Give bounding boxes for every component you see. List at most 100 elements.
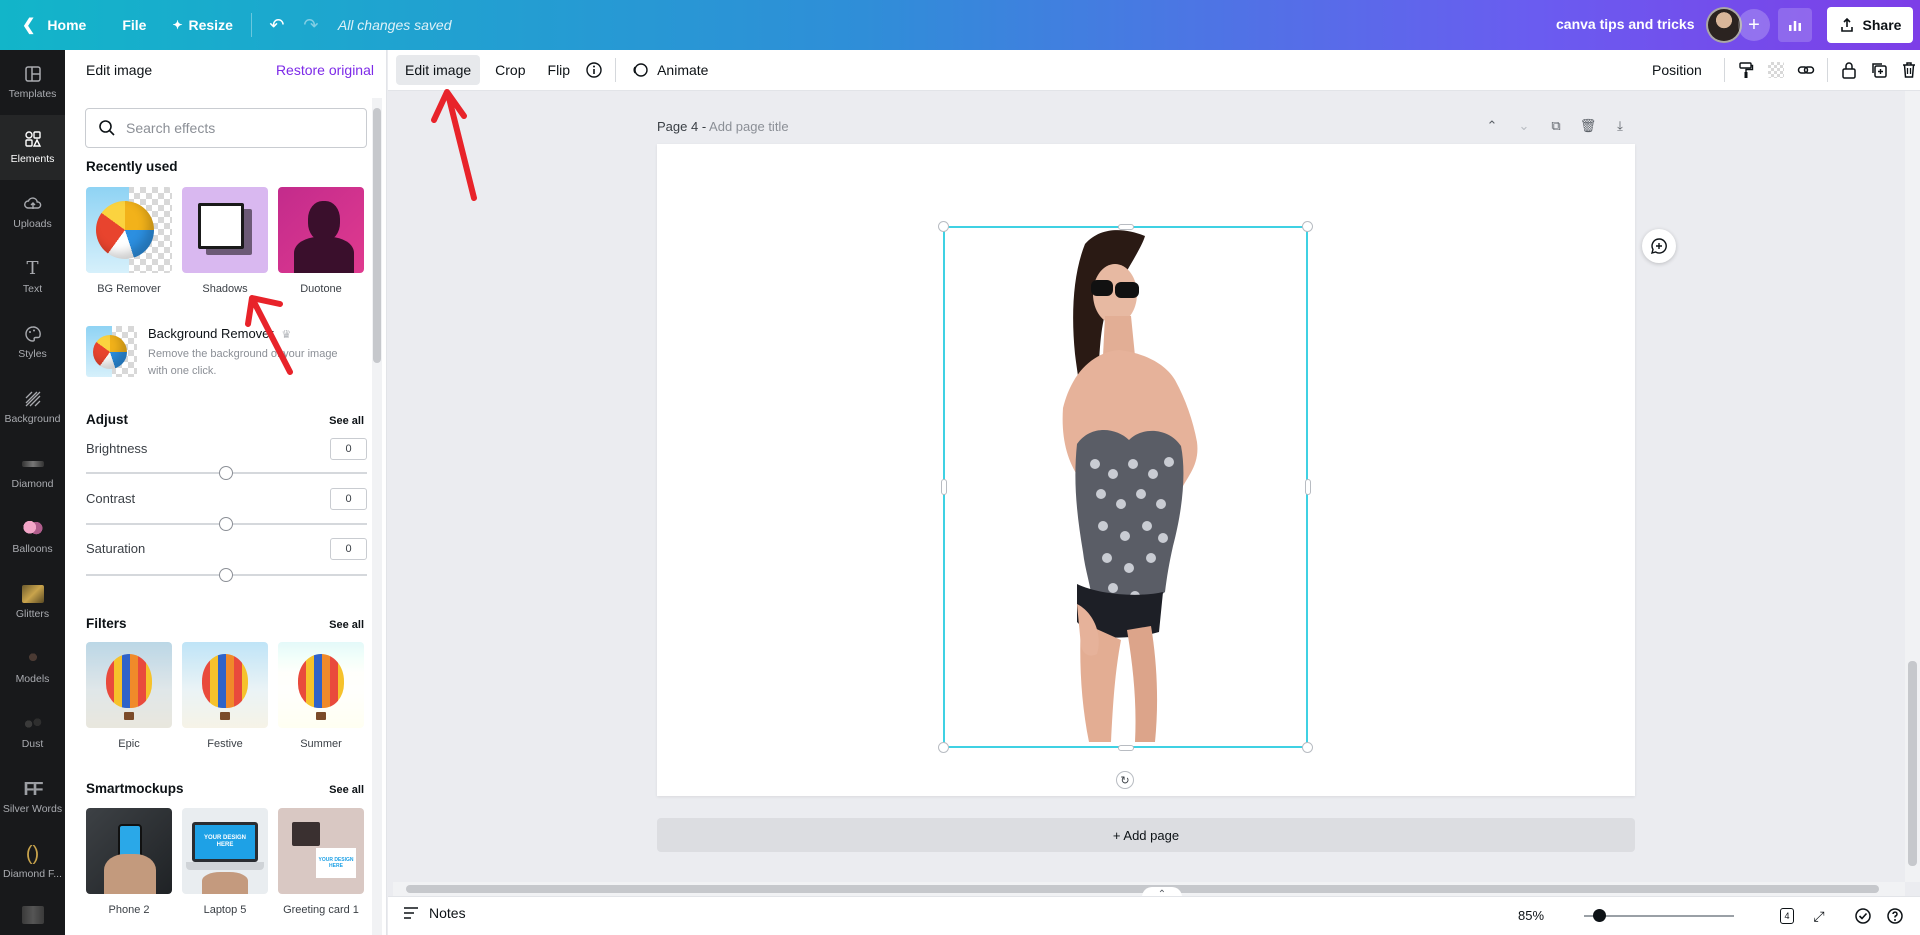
rail-background[interactable]: Background bbox=[0, 375, 65, 440]
hot-air-balloon-image bbox=[106, 654, 152, 708]
insights-button[interactable] bbox=[1778, 8, 1812, 42]
rail-models[interactable]: Models bbox=[0, 635, 65, 700]
brightness-slider[interactable] bbox=[86, 466, 367, 480]
info-icon[interactable] bbox=[579, 55, 609, 85]
add-page-button[interactable]: + Add page bbox=[657, 818, 1635, 852]
background-remover-item[interactable]: Background Remover ♛ Remove the backgrou… bbox=[86, 326, 376, 390]
move-page-down-icon[interactable]: ⌄ bbox=[1512, 114, 1536, 138]
brightness-value[interactable]: 0 bbox=[330, 438, 367, 460]
panel-scrollbar-thumb[interactable] bbox=[373, 108, 381, 363]
help-icon[interactable] bbox=[1883, 904, 1907, 928]
page-count-button[interactable]: 4 bbox=[1775, 904, 1799, 928]
contrast-label: Contrast bbox=[86, 491, 136, 506]
slider-knob[interactable] bbox=[219, 466, 233, 480]
rail-balloons[interactable]: Balloons bbox=[0, 505, 65, 570]
zoom-slider[interactable] bbox=[1584, 915, 1734, 917]
design-title[interactable]: canva tips and tricks bbox=[1556, 16, 1695, 32]
rail-diamond[interactable]: Diamond bbox=[0, 440, 65, 505]
vertical-scrollbar-thumb[interactable] bbox=[1908, 661, 1917, 866]
selection-box[interactable] bbox=[943, 226, 1308, 748]
crop-button[interactable]: Crop bbox=[486, 55, 534, 85]
filter-festive[interactable]: Festive bbox=[182, 642, 268, 750]
mockup-laptop-5[interactable]: YOUR DESIGN HERE Laptop 5 bbox=[182, 808, 268, 916]
add-page-icon[interactable]: ⤓ bbox=[1608, 114, 1632, 138]
mockup-label: Phone 2 bbox=[108, 904, 150, 916]
rail-label: Silver Words bbox=[2, 803, 63, 815]
effect-duotone[interactable]: Duotone bbox=[278, 187, 364, 295]
filter-epic[interactable]: Epic bbox=[86, 642, 172, 750]
delete-page-icon[interactable]: 🗑 bbox=[1576, 114, 1600, 138]
add-collaborator-icon[interactable]: + bbox=[1738, 9, 1770, 41]
rail-templates[interactable]: Templates bbox=[0, 50, 65, 115]
animate-button[interactable]: Animate bbox=[622, 55, 717, 85]
avatar[interactable] bbox=[1706, 7, 1742, 43]
add-comment-button[interactable] bbox=[1642, 229, 1676, 263]
link-icon[interactable] bbox=[1791, 55, 1821, 85]
edit-image-button[interactable]: Edit image bbox=[396, 55, 481, 85]
rotate-handle-icon[interactable]: ↻ bbox=[1116, 771, 1134, 789]
fullscreen-icon[interactable]: ⤢ bbox=[1807, 904, 1831, 928]
resize-handle-bottom-left[interactable] bbox=[938, 742, 949, 753]
transparency-icon[interactable] bbox=[1761, 55, 1791, 85]
resize-handle-bottom[interactable] bbox=[1118, 745, 1134, 751]
saturation-slider[interactable] bbox=[86, 568, 367, 582]
move-page-up-icon[interactable]: ⌃ bbox=[1480, 114, 1504, 138]
rail-elements[interactable]: Elements bbox=[0, 115, 65, 180]
resize-handle-top-right[interactable] bbox=[1302, 221, 1313, 232]
slider-knob[interactable] bbox=[219, 568, 233, 582]
resize-handle-top-left[interactable] bbox=[938, 221, 949, 232]
laptop-screen-text: YOUR DESIGN HERE bbox=[192, 822, 258, 862]
page-title-placeholder[interactable]: Add page title bbox=[709, 119, 789, 134]
flip-button[interactable]: Flip bbox=[539, 55, 580, 85]
rail-styles[interactable]: Styles bbox=[0, 310, 65, 375]
adjust-see-all[interactable]: See all bbox=[329, 415, 364, 427]
rail-uploads[interactable]: Uploads bbox=[0, 180, 65, 245]
zoom-slider-knob[interactable] bbox=[1592, 909, 1606, 922]
canvas-vertical-scrollbar[interactable] bbox=[1905, 91, 1920, 882]
undo-icon[interactable]: ↶ bbox=[260, 8, 294, 42]
mockup-greeting-card-1[interactable]: YOUR DESIGN HERE Greeting card 1 bbox=[278, 808, 364, 916]
effect-label: BG Remover bbox=[97, 283, 161, 295]
resize-handle-bottom-right[interactable] bbox=[1302, 742, 1313, 753]
trash-icon[interactable] bbox=[1894, 55, 1920, 85]
filters-see-all[interactable]: See all bbox=[329, 619, 364, 631]
rail-more[interactable] bbox=[0, 895, 65, 935]
resize-handle-top[interactable] bbox=[1118, 224, 1134, 230]
notes-button[interactable]: Notes bbox=[403, 905, 466, 921]
resize-handle-left[interactable] bbox=[941, 479, 947, 495]
smartmockups-see-all[interactable]: See all bbox=[329, 784, 364, 796]
contrast-value[interactable]: 0 bbox=[330, 488, 367, 510]
check-circle-icon[interactable] bbox=[1851, 904, 1875, 928]
context-toolbar: Edit image Crop Flip Animate Position bbox=[388, 50, 1920, 91]
effect-shadows[interactable]: Shadows bbox=[182, 187, 268, 295]
rail-glitters[interactable]: Glitters bbox=[0, 570, 65, 635]
rail-text[interactable]: T Text bbox=[0, 245, 65, 310]
search-input[interactable] bbox=[126, 120, 346, 136]
duplicate-icon[interactable] bbox=[1864, 55, 1894, 85]
restore-original-link[interactable]: Restore original bbox=[276, 62, 374, 78]
rail-dust[interactable]: Dust bbox=[0, 700, 65, 765]
rail-diamond-frame[interactable]: () Diamond F... bbox=[0, 830, 65, 895]
duplicate-page-icon[interactable]: ⧉ bbox=[1544, 114, 1568, 138]
slider-knob[interactable] bbox=[219, 517, 233, 531]
saturation-value[interactable]: 0 bbox=[330, 538, 367, 560]
redo-icon[interactable]: ↷ bbox=[294, 8, 328, 42]
comment-plus-icon bbox=[1650, 238, 1667, 255]
paint-roller-icon[interactable] bbox=[1731, 55, 1761, 85]
page-label[interactable]: Page 4 - Add page title bbox=[657, 119, 789, 134]
rail-silver-words[interactable]: FF Silver Words bbox=[0, 765, 65, 830]
search-effects-field[interactable] bbox=[85, 108, 367, 148]
file-menu-button[interactable]: File bbox=[112, 8, 156, 42]
resize-button[interactable]: ✦ Resize bbox=[162, 8, 242, 42]
panel-scrollbar[interactable] bbox=[372, 98, 382, 935]
home-button[interactable]: ❮ Home bbox=[12, 8, 96, 42]
effect-bg-remover[interactable]: BG Remover bbox=[86, 187, 172, 295]
resize-handle-right[interactable] bbox=[1305, 479, 1311, 495]
contrast-slider[interactable] bbox=[86, 517, 367, 531]
share-button[interactable]: Share bbox=[1827, 7, 1913, 43]
zoom-percentage[interactable]: 85% bbox=[1518, 908, 1544, 923]
filter-summer[interactable]: Summer bbox=[278, 642, 364, 750]
lock-icon[interactable] bbox=[1834, 55, 1864, 85]
mockup-phone-2[interactable]: Phone 2 bbox=[86, 808, 172, 916]
position-button[interactable]: Position bbox=[1642, 55, 1712, 85]
